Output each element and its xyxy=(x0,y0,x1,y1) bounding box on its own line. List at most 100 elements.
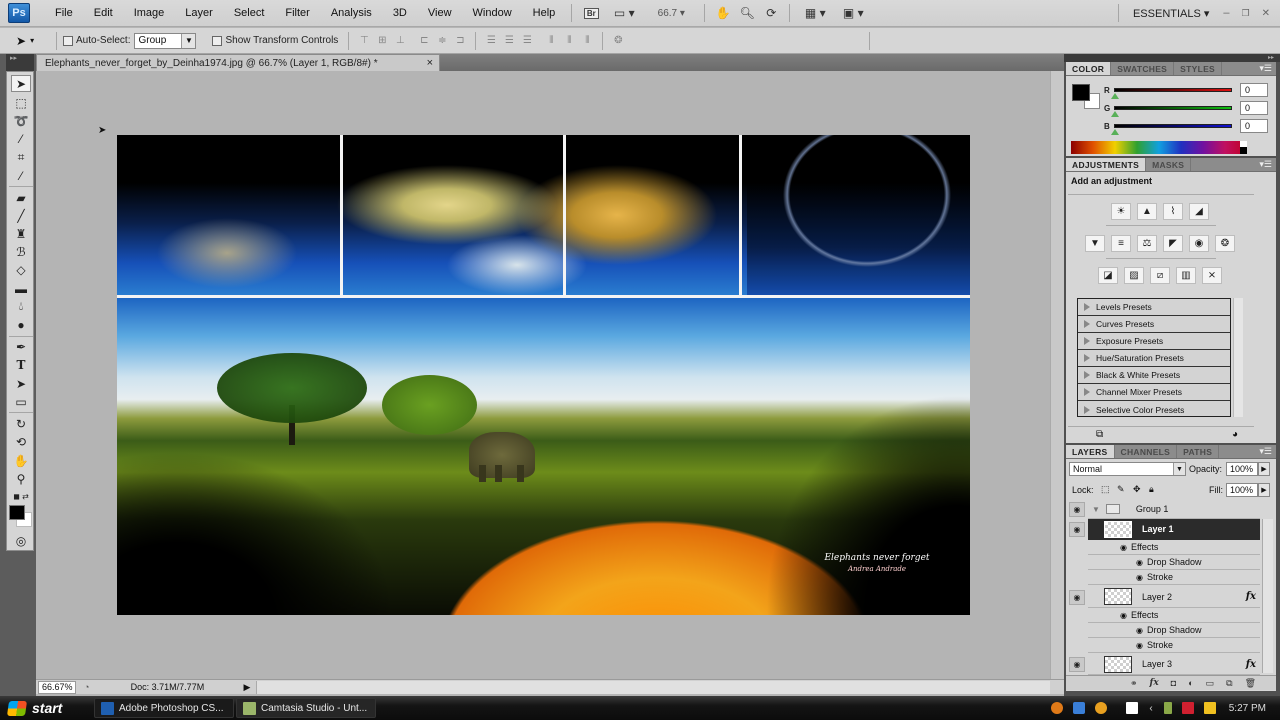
layer-row[interactable]: Layer 3 fx xyxy=(1088,654,1260,675)
tab-styles[interactable]: STYLES xyxy=(1174,62,1223,75)
effects-row[interactable]: ◉ Effects xyxy=(1088,540,1260,555)
help-icon[interactable] xyxy=(1126,702,1139,714)
delete-layer-icon[interactable]: 🗑︎ xyxy=(1245,678,1256,689)
pen-tool-icon[interactable]: ✒ xyxy=(11,338,31,355)
marquee-tool-icon[interactable]: ⬚ xyxy=(11,94,31,111)
show-hidden-icons[interactable]: ‹ xyxy=(1149,703,1152,714)
visibility-eye-icon[interactable]: ◉ xyxy=(1069,657,1085,672)
return-to-adjustments-icon[interactable]: ⧉ xyxy=(1096,429,1103,440)
workspace-switcher[interactable]: ESSENTIALS ▾ xyxy=(1125,7,1217,20)
tab-channels[interactable]: CHANNELS xyxy=(1115,445,1178,458)
path-selection-tool-icon[interactable]: ➤ xyxy=(11,375,31,392)
vibrance-icon[interactable]: ▼ xyxy=(1085,235,1105,252)
menu-edit[interactable]: Edit xyxy=(83,7,123,19)
foreground-color-swatch[interactable] xyxy=(1072,84,1090,101)
fill-slider-button[interactable]: ▶ xyxy=(1258,483,1270,497)
menu-view[interactable]: View xyxy=(417,7,462,19)
fx-icon[interactable]: fx xyxy=(1246,591,1256,602)
lock-all-icon[interactable]: 🔒︎ xyxy=(1149,484,1154,495)
opacity-field[interactable]: 100% xyxy=(1226,462,1258,476)
close-button[interactable]: ✕ xyxy=(1256,8,1280,19)
tool-preset-picker[interactable]: ➤ ▾ xyxy=(16,34,50,48)
healing-brush-tool-icon[interactable]: ▰ xyxy=(11,189,31,206)
align-vcenter-icon[interactable]: ⊞ xyxy=(374,34,390,48)
screen-mode-button[interactable]: ▣ ▾ xyxy=(834,3,872,23)
rotate-view-icon[interactable]: ⟳ xyxy=(759,3,783,23)
zoom-field[interactable]: 66.67% xyxy=(38,680,76,694)
document-canvas[interactable]: Elephants never forget Andrea Andrade xyxy=(117,135,970,615)
selective-color-icon[interactable]: ⨯ xyxy=(1202,267,1222,284)
visibility-eye-icon[interactable]: ◉ xyxy=(1069,590,1085,605)
add-layer-style-icon[interactable]: fx xyxy=(1149,678,1158,688)
green-slider[interactable]: G 0 xyxy=(1104,99,1268,117)
zoom-level-dropdown[interactable]: 66.7 ▾ xyxy=(644,3,698,23)
effect-eye-icon[interactable]: ◉ xyxy=(1136,573,1143,582)
align-right-icon[interactable]: ⊐ xyxy=(452,34,468,48)
distribute-hcenter-icon[interactable]: ⫴ xyxy=(561,34,577,48)
panel-menu-icon[interactable]: ▾☰ xyxy=(1259,158,1276,171)
crop-tool-icon[interactable]: ⌗ xyxy=(11,149,31,166)
panel-collapse[interactable]: ▸▸ xyxy=(1064,54,1280,62)
menu-window[interactable]: Window xyxy=(462,7,522,19)
new-group-icon[interactable]: ▭ xyxy=(1206,678,1215,689)
effect-row[interactable]: ◉ Drop Shadow xyxy=(1088,623,1260,638)
blue-slider[interactable]: B 0 xyxy=(1104,117,1268,135)
taskbar-photoshop[interactable]: Adobe Photoshop CS... xyxy=(94,698,234,718)
gradient-tool-icon[interactable]: ▬ xyxy=(11,280,31,297)
red-slider[interactable]: R 0 xyxy=(1104,81,1268,99)
firefox-icon[interactable] xyxy=(1051,702,1064,714)
effect-eye-icon[interactable]: ◉ xyxy=(1136,558,1143,567)
preset-hue-saturation[interactable]: Hue/Saturation Presets xyxy=(1078,350,1230,367)
media-player-icon[interactable] xyxy=(1095,702,1108,714)
zoom-tool-icon[interactable]: ⚲ xyxy=(11,470,31,487)
mcafee-icon[interactable] xyxy=(1181,702,1194,714)
layer-row[interactable]: Layer 2 fx xyxy=(1088,586,1260,608)
effect-eye-icon[interactable]: ◉ xyxy=(1120,543,1127,552)
new-adjustment-layer-icon[interactable]: ◐ xyxy=(1188,678,1193,688)
tray-app-icon[interactable] xyxy=(1073,702,1086,714)
green-value[interactable]: 0 xyxy=(1240,101,1268,115)
tab-adjustments[interactable]: ADJUSTMENTS xyxy=(1066,158,1147,171)
expand-group-icon[interactable]: ▼ xyxy=(1092,505,1100,514)
3d-orbit-tool-icon[interactable]: ⟲ xyxy=(11,433,31,450)
color-balance-icon[interactable]: ⚖ xyxy=(1137,235,1157,252)
visibility-eye-icon[interactable]: ◉ xyxy=(1069,522,1085,537)
clip-to-layer-icon[interactable]: ◕ xyxy=(1232,429,1238,440)
auto-select-checkbox[interactable]: Auto-Select: xyxy=(63,35,130,46)
blur-tool-icon[interactable]: 💧︎ xyxy=(11,298,31,315)
color-spectrum-bar[interactable] xyxy=(1071,141,1247,154)
tab-paths[interactable]: PATHS xyxy=(1177,445,1220,458)
layer-row-selected[interactable]: Layer 1 xyxy=(1088,519,1260,540)
tab-layers[interactable]: LAYERS xyxy=(1066,445,1115,458)
toolbox-collapse[interactable]: ▸▸ xyxy=(6,54,34,71)
tab-color[interactable]: COLOR xyxy=(1066,62,1112,75)
effect-row[interactable]: ◉ Stroke xyxy=(1088,570,1260,585)
distribute-top-icon[interactable]: ☰ xyxy=(483,34,499,48)
show-transform-controls-checkbox[interactable]: Show Transform Controls xyxy=(212,35,338,46)
align-left-icon[interactable]: ⊏ xyxy=(416,34,432,48)
auto-align-layers-icon[interactable]: ❂ xyxy=(610,34,626,48)
preset-channel-mixer[interactable]: Channel Mixer Presets xyxy=(1078,384,1230,401)
hue-saturation-icon[interactable]: ≡ xyxy=(1111,235,1131,252)
new-layer-icon[interactable]: ⧉ xyxy=(1226,678,1232,689)
exposure-icon[interactable]: ◢ xyxy=(1189,203,1209,220)
effect-eye-icon[interactable]: ◉ xyxy=(1136,626,1143,635)
restore-button[interactable]: ❐ xyxy=(1236,8,1256,19)
blend-mode-dropdown[interactable]: Normal ▼ xyxy=(1069,462,1186,476)
curves-icon[interactable]: ⌇ xyxy=(1163,203,1183,220)
invert-icon[interactable]: ◪ xyxy=(1098,267,1118,284)
shape-tool-icon[interactable]: ▭ xyxy=(11,393,31,410)
arrange-documents-button[interactable]: ▦ ▾ xyxy=(796,3,834,23)
quick-selection-tool-icon[interactable]: ⁄ xyxy=(11,130,31,147)
minimize-button[interactable]: – xyxy=(1217,7,1235,19)
add-mask-icon[interactable]: ◘ xyxy=(1171,678,1176,688)
menu-filter[interactable]: Filter xyxy=(274,7,319,19)
lasso-tool-icon[interactable]: ➰ xyxy=(11,112,31,129)
preset-black-white[interactable]: Black & White Presets xyxy=(1078,367,1230,384)
network-icon[interactable] xyxy=(1163,702,1172,714)
posterize-icon[interactable]: ▨ xyxy=(1124,267,1144,284)
blue-value[interactable]: 0 xyxy=(1240,119,1268,133)
menu-help[interactable]: Help xyxy=(522,7,566,19)
power-icon[interactable] xyxy=(1203,702,1216,714)
effect-eye-icon[interactable]: ◉ xyxy=(1136,641,1143,650)
